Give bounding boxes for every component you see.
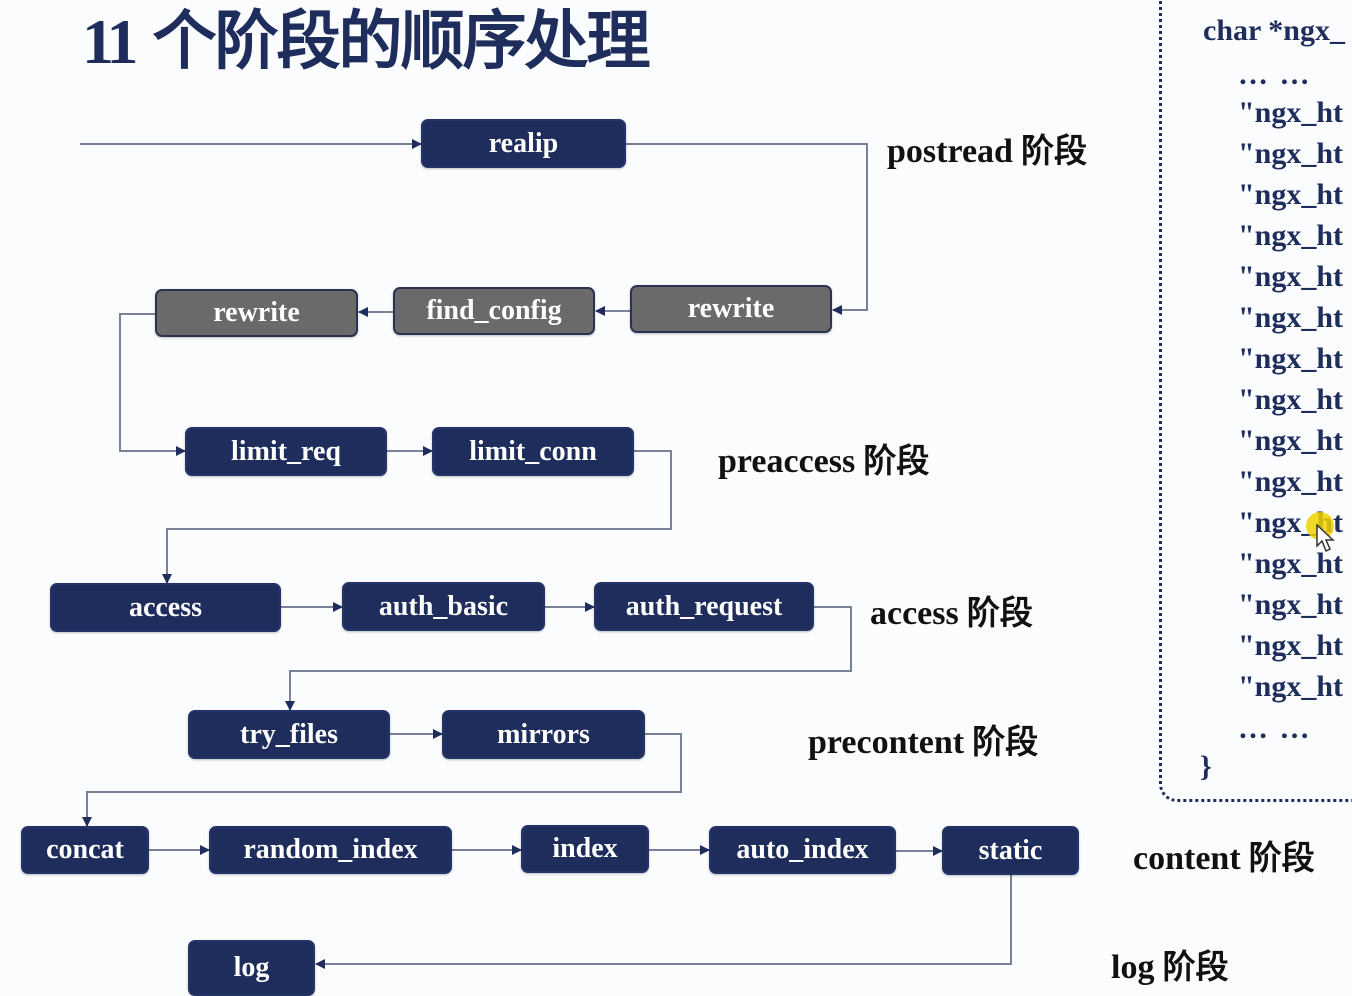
code-line: "ngx_ht [1238, 260, 1344, 293]
phase-name: access [870, 595, 959, 632]
node-rewrite-server[interactable]: rewrite [630, 285, 832, 333]
node-static[interactable]: static [942, 826, 1079, 875]
phase-name: preaccess [718, 443, 856, 480]
node-auth-basic[interactable]: auth_basic [342, 582, 545, 631]
code-line: "ngx_ht [1238, 301, 1344, 334]
mouse-cursor-icon [1316, 524, 1335, 553]
node-rewrite-location[interactable]: rewrite [155, 289, 358, 337]
node-limit-req[interactable]: limit_req [185, 427, 387, 476]
code-line: "ngx_ht [1238, 219, 1344, 252]
phase-label-content: content 阶段 [1133, 831, 1315, 879]
code-line: "ngx_ht [1238, 670, 1344, 703]
phase-suffix: 阶段 [863, 441, 930, 480]
phase-suffix: 阶段 [1162, 947, 1229, 986]
phase-label-postread: postread 阶段 [887, 124, 1087, 172]
node-random-index[interactable]: random_index [209, 826, 452, 874]
phase-suffix: 阶段 [1020, 131, 1087, 170]
phase-name: log [1111, 949, 1155, 986]
phase-name: content [1133, 840, 1241, 877]
node-index[interactable]: index [521, 825, 649, 873]
code-line: "ngx_ht [1238, 178, 1344, 211]
node-auth-request[interactable]: auth_request [594, 582, 814, 631]
node-log[interactable]: log [188, 940, 315, 996]
code-line: "ngx_ht [1238, 383, 1344, 416]
node-find-config[interactable]: find_config [393, 287, 595, 335]
phase-suffix: 阶段 [972, 722, 1039, 761]
phase-label-log: log 阶段 [1111, 940, 1228, 988]
code-ellipsis-bottom: … … [1238, 712, 1312, 745]
phase-name: postread [887, 133, 1013, 170]
code-line: "ngx_ht [1238, 96, 1344, 129]
phase-label-precontent: precontent 阶段 [808, 715, 1038, 763]
code-line: "ngx_ht [1238, 137, 1344, 170]
node-mirrors[interactable]: mirrors [442, 710, 645, 759]
phase-name: precontent [808, 724, 965, 761]
phase-suffix: 阶段 [1248, 838, 1315, 877]
phase-label-access: access 阶段 [870, 586, 1033, 634]
phase-suffix: 阶段 [966, 593, 1033, 632]
phase-label-preaccess: preaccess 阶段 [718, 434, 929, 482]
node-concat[interactable]: concat [21, 826, 149, 874]
code-line: "ngx_ht [1238, 465, 1344, 498]
code-ellipsis-top: … … [1238, 58, 1312, 91]
node-limit-conn[interactable]: limit_conn [432, 427, 634, 476]
node-realip[interactable]: realip [421, 119, 626, 168]
node-access[interactable]: access [50, 583, 281, 632]
connector-static-to-log [315, 874, 1012, 969]
code-closing-brace: } [1200, 750, 1212, 783]
node-auto-index[interactable]: auto_index [709, 826, 896, 874]
code-line: "ngx_ht [1238, 342, 1344, 375]
code-line: "ngx_ht [1238, 629, 1344, 662]
code-header: char *ngx_ [1203, 14, 1345, 47]
code-line: "ngx_ht [1238, 424, 1344, 457]
node-try-files[interactable]: try_files [188, 710, 390, 759]
code-line: "ngx_ht [1238, 588, 1344, 621]
